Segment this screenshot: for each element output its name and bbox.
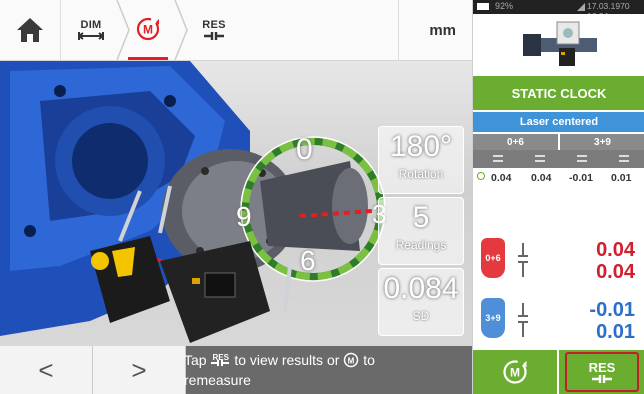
- readings-value: 5: [412, 201, 430, 234]
- coupling-vertical-icon: [518, 303, 528, 337]
- clock-label-top: 0: [296, 133, 313, 166]
- direction-arrows-row: [473, 150, 644, 168]
- res-button-top[interactable]: RES: [192, 0, 236, 60]
- result-06-top: 0.04: [596, 239, 635, 261]
- res-inline-icon: RES: [210, 351, 230, 367]
- table-cell: -0.01: [569, 172, 593, 184]
- laser-status-badge: Laser centered: [473, 112, 644, 132]
- right-panel: 92% 17.03.1970 16:04 STATIC CLOCK Laser …: [472, 0, 644, 394]
- results-button[interactable]: RES: [559, 350, 644, 394]
- remeasure-button[interactable]: M: [473, 350, 557, 394]
- badge-06-label: 0+6: [485, 253, 501, 263]
- badge-39-label: 3+9: [485, 313, 501, 323]
- svg-text:M: M: [143, 22, 153, 36]
- rotation-label: Rotation: [398, 167, 444, 181]
- home-icon: [17, 18, 43, 42]
- dim-button[interactable]: DIM: [66, 0, 116, 60]
- machine-3d-view[interactable]: 0 9 3 6 180° Rotation 5 Readings 0.084 S…: [0, 61, 472, 346]
- rotation-value: 180°: [389, 130, 453, 163]
- table-cell: 0.04: [491, 172, 512, 184]
- column-header-39: 3+9: [560, 134, 644, 150]
- res-label: RES: [202, 18, 226, 31]
- hint-to: to: [363, 352, 375, 368]
- result-row-06: 0+6 0.04 0.04: [477, 228, 641, 292]
- hint-middle: to view results or: [234, 352, 340, 368]
- measure-m-icon: M: [503, 360, 527, 384]
- status-bar: 92% 17.03.1970 16:04: [473, 0, 644, 21]
- rotation-panel: 180° Rotation: [378, 126, 464, 194]
- home-button[interactable]: [10, 0, 50, 60]
- hint-end: remeasure: [184, 372, 251, 388]
- sd-label: SD: [412, 309, 430, 323]
- clock-label-bottom: 6: [300, 245, 316, 276]
- measure-button[interactable]: M: [128, 0, 168, 60]
- result-39-bottom: 0.01: [596, 321, 635, 343]
- sensor-setup-icon: [523, 21, 597, 66]
- hint-tap: Tap: [184, 352, 207, 368]
- dim-label: DIM: [80, 18, 102, 31]
- badge-39: 3+9: [481, 298, 505, 338]
- battery-level: 92%: [495, 1, 514, 11]
- chevron-right-icon: >: [131, 354, 147, 385]
- sd-panel: 0.084 SD: [378, 268, 464, 336]
- coupling-vertical-icon: [518, 243, 528, 277]
- readings-panel: 5 Readings: [378, 197, 464, 265]
- bottom-bar: < > Tap RES to view results or M to reme…: [0, 346, 472, 394]
- sd-value: 0.084: [383, 272, 459, 305]
- readings-table: 0+6 3+9 0.04 0.04 -0.01 0.01: [473, 134, 644, 196]
- readings-label: Readings: [395, 238, 447, 252]
- result-06-bottom: 0.04: [596, 261, 635, 283]
- badge-06: 0+6: [481, 238, 505, 278]
- column-header-06: 0+6: [473, 134, 558, 150]
- coupling-icon: [204, 31, 224, 40]
- next-button[interactable]: >: [93, 346, 186, 394]
- result-39-top: -0.01: [589, 299, 635, 321]
- results-button-label: RES: [588, 359, 616, 375]
- top-toolbar: DIM M RES mm: [0, 0, 472, 61]
- measurement-mode-badge[interactable]: STATIC CLOCK: [473, 76, 644, 110]
- chevron-divider-icon: [174, 0, 188, 60]
- right-bottom-bar: M RES: [473, 350, 644, 394]
- battery-icon: [477, 3, 489, 10]
- unit-label[interactable]: mm: [429, 22, 456, 39]
- measure-m-inline-icon: M: [344, 352, 359, 368]
- clock-label-left: 9: [236, 201, 252, 232]
- measure-m-icon: M: [136, 17, 160, 40]
- table-cell: 0.01: [611, 172, 632, 184]
- signal-icon: [577, 3, 585, 11]
- table-cell: 0.04: [531, 172, 552, 184]
- svg-text:M: M: [510, 366, 520, 380]
- sensor-image: [473, 14, 644, 76]
- results-button-frame: RES: [565, 352, 639, 392]
- row-status-icon: [477, 172, 485, 180]
- result-row-39: 3+9 -0.01 0.01: [477, 296, 641, 352]
- coupling-icon: [592, 374, 612, 383]
- prev-button[interactable]: <: [0, 346, 93, 394]
- dimension-arrow-icon: [78, 31, 104, 40]
- chevron-left-icon: <: [38, 354, 54, 385]
- svg-text:M: M: [348, 356, 355, 365]
- hint-text: Tap RES to view results or M to remeasur…: [184, 350, 470, 390]
